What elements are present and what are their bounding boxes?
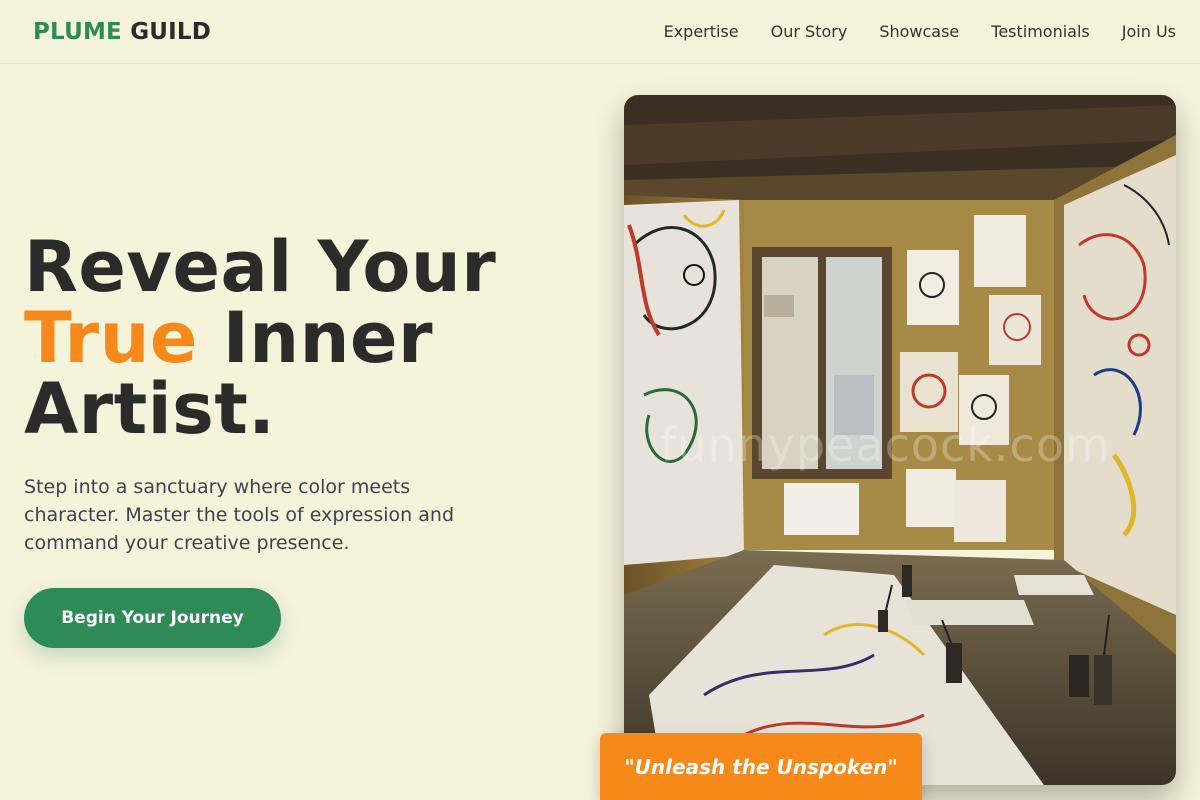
nav-expertise[interactable]: Expertise	[664, 22, 739, 41]
site-header: PLUME GUILD Expertise Our Story Showcase…	[0, 0, 1200, 64]
begin-journey-button[interactable]: Begin Your Journey	[24, 588, 281, 648]
nav-showcase[interactable]: Showcase	[879, 22, 959, 41]
hero-text: Reveal Your True Inner Artist. Step into…	[24, 232, 564, 557]
nav-our-story[interactable]: Our Story	[771, 22, 848, 41]
headline-accent: True	[24, 297, 198, 379]
nav-join-us[interactable]: Join Us	[1122, 22, 1176, 41]
hero-headline: Reveal Your True Inner Artist.	[24, 232, 564, 445]
main-nav: Expertise Our Story Showcase Testimonial…	[664, 22, 1176, 41]
headline-line3: Artist.	[24, 368, 276, 450]
hero-subtitle: Step into a sanctuary where color meets …	[24, 476, 455, 554]
logo[interactable]: PLUME GUILD	[33, 19, 211, 45]
nav-testimonials[interactable]: Testimonials	[991, 22, 1090, 41]
image-watermark: funnypeacock.com	[660, 418, 1111, 472]
logo-guild: GUILD	[130, 18, 212, 45]
headline-line2: Inner	[197, 297, 433, 379]
tagline-badge: "Unleash the Unspoken"	[600, 733, 922, 800]
logo-plume: PLUME	[33, 18, 122, 45]
headline-line1: Reveal Your	[24, 226, 497, 308]
